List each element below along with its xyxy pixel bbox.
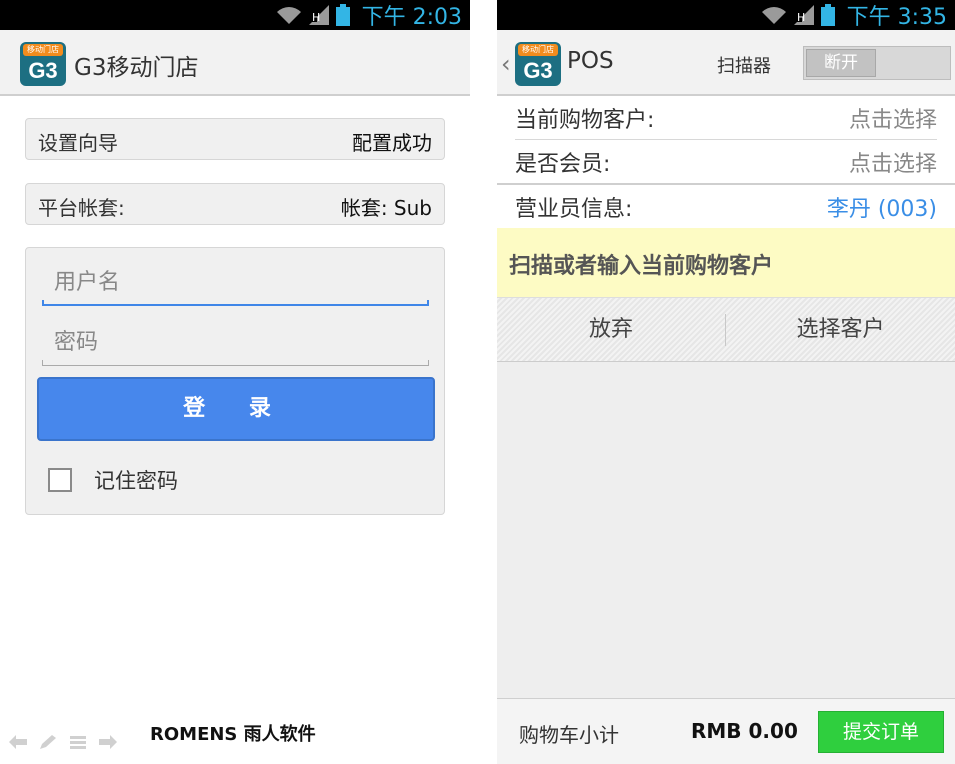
current-customer-value[interactable]: 点击选择 bbox=[849, 102, 937, 134]
current-customer-row[interactable]: 当前购物客户: 点击选择 bbox=[497, 96, 955, 140]
status-bar: H 下午 2:03 bbox=[0, 0, 470, 30]
soft-keys bbox=[8, 734, 118, 750]
remember-password-checkbox[interactable] bbox=[48, 468, 72, 492]
member-value[interactable]: 点击选择 bbox=[849, 146, 937, 178]
setup-wizard-row[interactable]: 设置向导 配置成功 bbox=[25, 118, 445, 160]
status-bar: H 下午 3:35 bbox=[497, 0, 955, 30]
status-time: 下午 3:35 bbox=[846, 5, 947, 30]
signal-icon: H bbox=[308, 5, 329, 25]
action-bar: 移动门店 G3 G3移动门店 bbox=[0, 30, 470, 96]
platform-account-value: 帐套: Sub bbox=[340, 196, 432, 220]
salesperson-label: 营业员信息: bbox=[515, 197, 633, 222]
status-time: 下午 2:03 bbox=[361, 5, 462, 30]
pos-screen: H 下午 3:35 ‹ 移动门店 G3 POS 扫描器 断开 当前购物客户: 点… bbox=[497, 0, 955, 764]
member-label: 是否会员: bbox=[515, 152, 611, 177]
salesperson-row[interactable]: 营业员信息: 李丹 (003) bbox=[497, 185, 955, 229]
password-input[interactable] bbox=[42, 322, 429, 362]
cart-summary-bar: 购物车小计 RMB 0.00 提交订单 bbox=[497, 698, 955, 764]
setup-wizard-label: 设置向导 bbox=[38, 131, 118, 155]
select-customer-button[interactable]: 选择客户 bbox=[726, 298, 955, 362]
app-logo-icon[interactable]: 移动门店 G3 bbox=[20, 42, 66, 86]
footer-brand: ROMENS 雨人软件 bbox=[150, 724, 316, 745]
action-bar: ‹ 移动门店 G3 POS 扫描器 断开 bbox=[497, 30, 955, 96]
username-input[interactable] bbox=[42, 262, 429, 302]
scanner-toggle[interactable]: 断开 bbox=[803, 46, 951, 80]
customer-info-list: 当前购物客户: 点击选择 是否会员: 点击选择 营业员信息: 李丹 (003) bbox=[497, 96, 955, 228]
password-underline bbox=[42, 360, 429, 366]
salesperson-value[interactable]: 李丹 (003) bbox=[827, 191, 937, 223]
customer-actions: 放弃 选择客户 bbox=[497, 298, 955, 362]
username-underline bbox=[42, 300, 429, 306]
abandon-button[interactable]: 放弃 bbox=[497, 298, 725, 362]
scanner-toggle-knob[interactable]: 断开 bbox=[806, 49, 876, 77]
wifi-icon bbox=[276, 7, 301, 24]
cart-subtotal-label: 购物车小计 bbox=[519, 723, 619, 747]
username-field[interactable] bbox=[42, 262, 429, 306]
svg-text:H: H bbox=[312, 11, 320, 24]
password-field[interactable] bbox=[42, 322, 429, 366]
scan-prompt: 扫描或者输入当前购物客户 bbox=[497, 228, 955, 298]
svg-text:H: H bbox=[797, 11, 805, 24]
app-title: G3移动门店 bbox=[74, 55, 199, 81]
signal-icon: H bbox=[793, 5, 814, 25]
login-screen: H 下午 2:03 移动门店 G3 G3移动门店 设置向导 配置成功 平台帐套:… bbox=[0, 0, 470, 764]
battery-icon bbox=[820, 4, 835, 26]
login-card: 登 录 记住密码 bbox=[25, 247, 445, 515]
forward-arrow-icon[interactable] bbox=[98, 734, 118, 750]
menu-icon[interactable] bbox=[68, 734, 88, 750]
app-title: POS bbox=[567, 48, 614, 74]
wifi-icon bbox=[761, 7, 786, 24]
current-customer-label: 当前购物客户: bbox=[515, 108, 655, 133]
member-row[interactable]: 是否会员: 点击选择 bbox=[497, 140, 955, 184]
platform-account-row[interactable]: 平台帐套: 帐套: Sub bbox=[25, 183, 445, 225]
login-button[interactable]: 登 录 bbox=[37, 377, 435, 441]
submit-order-button[interactable]: 提交订单 bbox=[818, 711, 944, 753]
app-logo-icon[interactable]: 移动门店 G3 bbox=[515, 42, 561, 86]
remember-password-option[interactable]: 记住密码 bbox=[48, 466, 178, 494]
back-arrow-icon[interactable] bbox=[8, 734, 28, 750]
back-chevron-icon[interactable]: ‹ bbox=[501, 50, 511, 78]
scanner-label: 扫描器 bbox=[717, 56, 771, 77]
battery-icon bbox=[335, 4, 350, 26]
pencil-icon[interactable] bbox=[38, 734, 58, 750]
remember-password-label: 记住密码 bbox=[94, 469, 178, 493]
cart-subtotal-value: RMB 0.00 bbox=[691, 719, 798, 743]
setup-wizard-value: 配置成功 bbox=[352, 131, 432, 155]
platform-account-label: 平台帐套: bbox=[38, 196, 125, 220]
scan-prompt-text: 扫描或者输入当前购物客户 bbox=[509, 254, 774, 279]
